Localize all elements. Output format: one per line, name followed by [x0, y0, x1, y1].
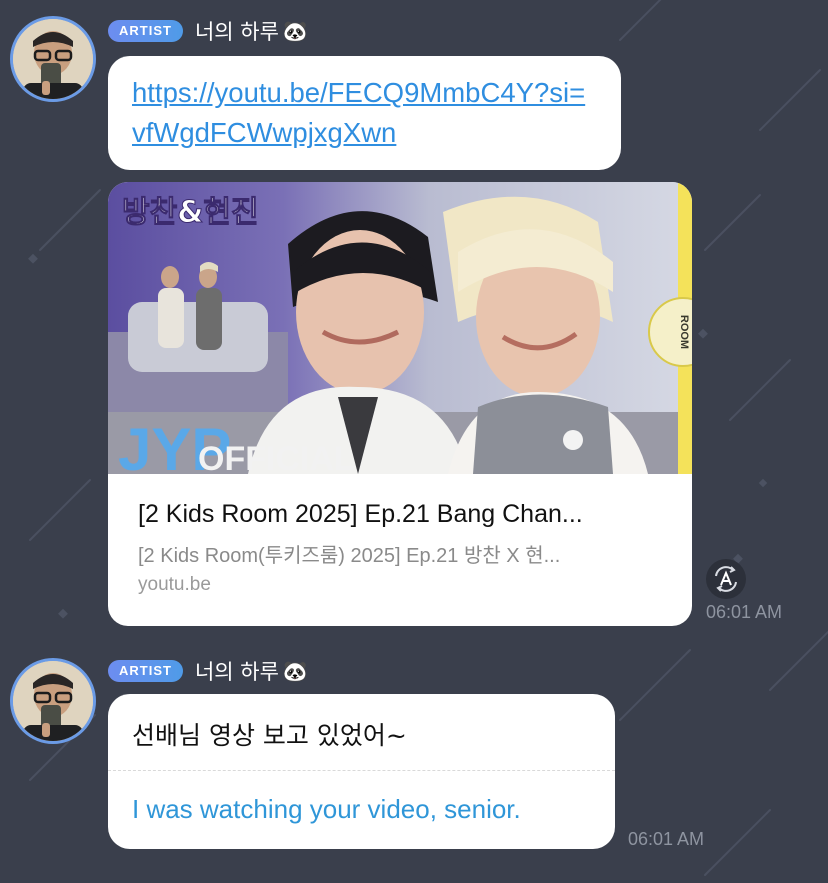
sender-row: ARTIST 너의 하루 🐼 [108, 17, 308, 45]
youtube-link[interactable]: https://youtu.be/FECQ9MmbC4Y?si=vfWgdFCW… [132, 77, 585, 148]
translated-text: I was watching your video, senior. [132, 794, 521, 824]
preview-description: [2 Kids Room(투키즈룸) 2025] Ep.21 방찬 X 현... [138, 545, 561, 567]
message-time: 06:01 AM [706, 602, 783, 622]
sender-row: ARTIST 너의 하루 🐼 [108, 657, 308, 685]
side-badge-text: ROOM [678, 315, 690, 349]
panda-icon: 🐼 [282, 659, 308, 683]
thumbnail-image: ROOM 방찬&현진 JYP OFFICIAL [108, 182, 692, 474]
avatar-image [13, 19, 93, 99]
avatar[interactable] [10, 658, 96, 744]
video-thumbnail[interactable]: ROOM 방찬&현진 JYP OFFICIAL [108, 182, 692, 474]
sender-name: 너의 하루 [194, 20, 279, 44]
text-bubble: 선배님 영상 보고 있었어~ I was watching your video… [108, 694, 615, 849]
translation-divider [108, 770, 615, 771]
link-bubble: https://youtu.be/FECQ9MmbC4Y?si=vfWgdFCW… [108, 56, 621, 170]
message-text: 선배님 영상 보고 있었어~ [132, 721, 407, 750]
artist-badge: ARTIST [108, 660, 183, 682]
link-preview-card[interactable]: ROOM 방찬&현진 JYP OFFICIAL [2 Kids Room 202… [108, 182, 692, 626]
translate-button[interactable] [706, 559, 746, 599]
panda-icon: 🐼 [282, 19, 308, 43]
message-time: 06:01 AM [628, 829, 705, 849]
thumbnail-brand-sub: OFFICIAL [198, 440, 355, 474]
avatar[interactable] [10, 16, 96, 102]
preview-title: [2 Kids Room 2025] Ep.21 Bang Chan... [138, 500, 583, 528]
avatar-image [13, 661, 93, 741]
preview-domain: youtu.be [138, 574, 211, 595]
sender-name: 너의 하루 [194, 660, 279, 684]
translate-icon [715, 566, 737, 592]
thumbnail-overlay-title: 방찬&현진 [122, 195, 259, 230]
artist-badge: ARTIST [108, 20, 183, 42]
